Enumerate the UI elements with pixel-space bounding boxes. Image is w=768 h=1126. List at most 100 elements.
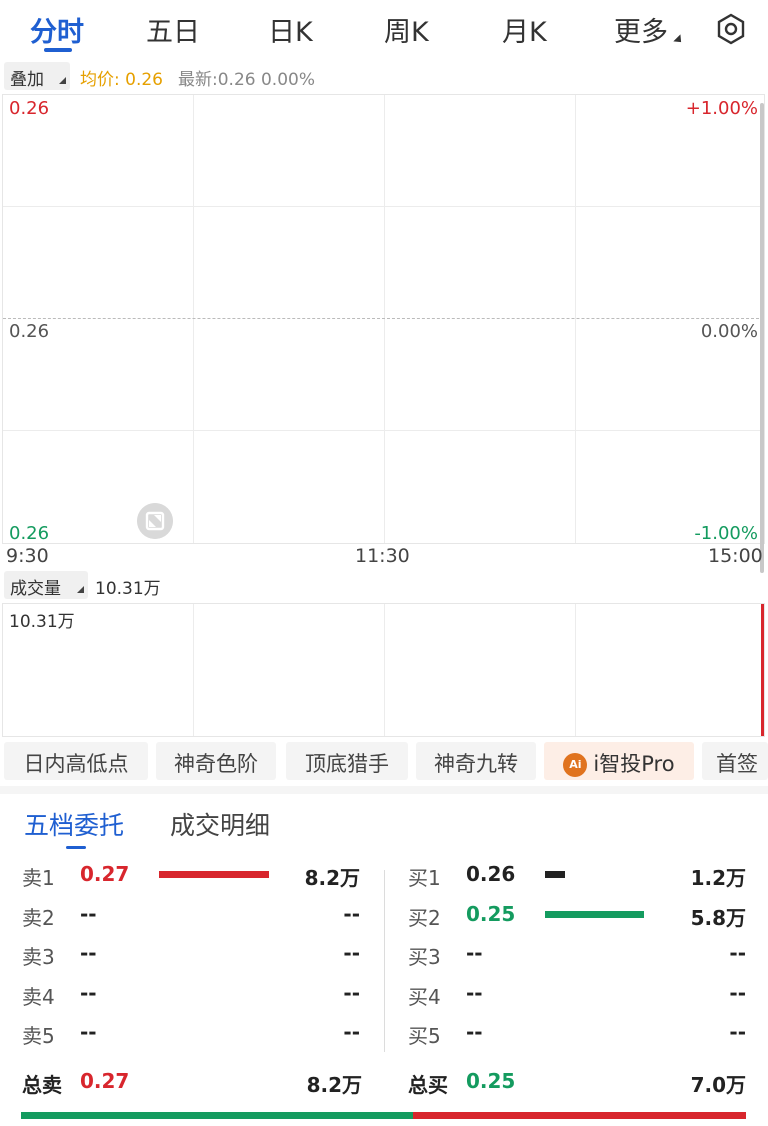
latest-price-label: 最新:0.26 0.00% <box>178 70 315 90</box>
sell-row: 卖5 -- -- <box>22 1020 360 1058</box>
tab-daily-k[interactable]: 日K <box>268 10 313 49</box>
buy-level-volume: -- <box>729 980 746 1005</box>
sell-level-volume: -- <box>343 980 360 1005</box>
sell-level-label: 卖2 <box>22 905 55 930</box>
buy-level-price: 0.25 <box>466 901 516 926</box>
sell-level-volume: -- <box>343 941 360 965</box>
order-book-divider <box>384 870 385 1052</box>
time-axis: 9:30 11:30 15:00 <box>0 544 768 570</box>
total-buy-price: 0.25 <box>466 1069 516 1093</box>
total-buy-label: 总买 <box>408 1073 448 1097</box>
time-start-label: 9:30 <box>6 545 49 567</box>
buy-volume-bar <box>545 871 565 878</box>
grid-line <box>384 604 385 736</box>
sell-level-volume: 8.2万 <box>304 866 360 890</box>
chart-period-tabs: 分时 五日 日K 周K 月K 更多 <box>0 0 768 58</box>
grid-line <box>3 430 764 431</box>
settings-hexagon-icon[interactable] <box>714 12 748 46</box>
average-price-label: 均价: 0.26 <box>80 70 163 90</box>
sell-ratio-bar <box>21 1112 413 1119</box>
tab-weekly-k[interactable]: 周K <box>384 10 429 49</box>
tab-five-day[interactable]: 五日 <box>146 10 200 49</box>
buy-level-volume: -- <box>729 1020 746 1044</box>
indicator-ai-pro[interactable]: Ai i智投Pro <box>544 742 694 780</box>
time-end-label: 15:00 <box>708 545 763 567</box>
tab-trade-details[interactable]: 成交明细 <box>170 806 270 842</box>
buy-level-price: 0.26 <box>466 862 516 886</box>
chart-scrollbar[interactable] <box>760 103 764 573</box>
buy-level-label: 买2 <box>408 905 441 930</box>
ai-badge-icon: Ai <box>563 753 588 777</box>
indicator-intraday-high-low[interactable]: 日内高低点 <box>4 742 148 780</box>
top-percent-label: +1.00% <box>685 98 758 119</box>
tab-monthly-k[interactable]: 月K <box>502 10 547 49</box>
sell-level-label: 卖5 <box>22 1024 55 1048</box>
zero-baseline <box>3 318 764 319</box>
sell-level-label: 卖4 <box>22 984 55 1009</box>
bottom-percent-label: -1.00% <box>694 523 758 544</box>
buy-level-volume: -- <box>729 941 746 965</box>
grid-line <box>193 95 194 543</box>
grid-line <box>193 604 194 736</box>
buy-row: 买5 -- -- <box>408 1020 746 1058</box>
mid-percent-label: 0.00% <box>700 321 758 342</box>
order-book-tabs: 五档委托 成交明细 <box>0 800 768 854</box>
sell-level-price: -- <box>80 1020 97 1044</box>
top-price-label: 0.26 <box>9 98 50 119</box>
expand-fullscreen-icon[interactable] <box>137 503 173 539</box>
volume-chart[interactable]: 10.31万 <box>2 603 765 737</box>
indicator-top-bottom-hunter[interactable]: 顶底猎手 <box>286 742 408 780</box>
total-buy-volume: 7.0万 <box>690 1073 746 1097</box>
volume-value: 10.31万 <box>95 579 161 599</box>
grid-line <box>384 95 385 543</box>
bottom-price-label: 0.26 <box>9 523 50 544</box>
sell-row: 卖1 0.27 8.2万 <box>22 862 360 900</box>
ob-tab-underline <box>66 846 86 849</box>
tab-intraday[interactable]: 分时 <box>30 10 84 49</box>
buy-level-label: 买1 <box>408 866 441 890</box>
indicator-tags: 日内高低点 神奇色阶 顶底猎手 神奇九转 Ai i智投Pro 首签 <box>0 742 768 782</box>
indicator-magic-color[interactable]: 神奇色阶 <box>156 742 276 780</box>
buy-row: 买4 -- -- <box>408 981 746 1019</box>
tab-more[interactable]: 更多 <box>614 10 685 49</box>
tab-underline <box>44 48 72 52</box>
indicator-magic-nine[interactable]: 神奇九转 <box>416 742 536 780</box>
total-sell-label: 总卖 <box>22 1073 62 1097</box>
sell-level-price: 0.27 <box>80 862 130 886</box>
overlay-row: 叠加 均价: 0.26 最新:0.26 0.00% <box>0 62 768 92</box>
buy-volume-bar <box>545 910 644 918</box>
volume-bar <box>761 604 764 736</box>
tab-more-label: 更多 <box>614 17 668 48</box>
grid-line <box>3 206 764 207</box>
time-mid-label: 11:30 <box>355 545 410 567</box>
indicator-first-sign[interactable]: 首签 <box>702 742 768 780</box>
sell-level-price: -- <box>80 941 97 965</box>
sell-row: 卖3 -- -- <box>22 941 360 979</box>
total-sell-volume: 8.2万 <box>306 1073 362 1097</box>
sell-level-label: 卖3 <box>22 945 55 969</box>
buy-row: 买2 0.25 5.8万 <box>408 902 746 940</box>
volume-header: 成交量 10.31万 <box>0 571 768 601</box>
buy-level-price: -- <box>466 980 483 1005</box>
volume-indicator-button[interactable]: 成交量 <box>4 571 88 599</box>
grid-line <box>575 604 576 736</box>
intraday-price-chart[interactable]: 0.26 0.26 0.26 +1.00% 0.00% -1.00% <box>2 94 765 573</box>
overlay-button[interactable]: 叠加 <box>4 62 70 90</box>
sell-level-label: 卖1 <box>22 866 55 890</box>
buy-ratio-bar <box>413 1112 746 1119</box>
sell-level-volume: -- <box>343 901 360 926</box>
volume-axis-label: 10.31万 <box>9 612 75 632</box>
mid-price-label: 0.26 <box>9 321 50 342</box>
buy-level-label: 买3 <box>408 945 441 969</box>
total-buy-row: 总买 0.25 7.0万 <box>408 1069 746 1107</box>
sell-level-price: -- <box>80 901 97 926</box>
sell-volume-bar <box>159 871 269 878</box>
sell-row: 卖4 -- -- <box>22 981 360 1019</box>
overlay-button-label: 叠加 <box>10 70 44 90</box>
sell-row: 卖2 -- -- <box>22 902 360 940</box>
indicator-ai-pro-label: i智投Pro <box>593 752 675 776</box>
tab-five-level-orders[interactable]: 五档委托 <box>24 806 124 842</box>
dropdown-corner-icon <box>59 77 66 84</box>
total-sell-row: 总卖 0.27 8.2万 <box>22 1069 362 1107</box>
buy-level-label: 买4 <box>408 984 441 1009</box>
